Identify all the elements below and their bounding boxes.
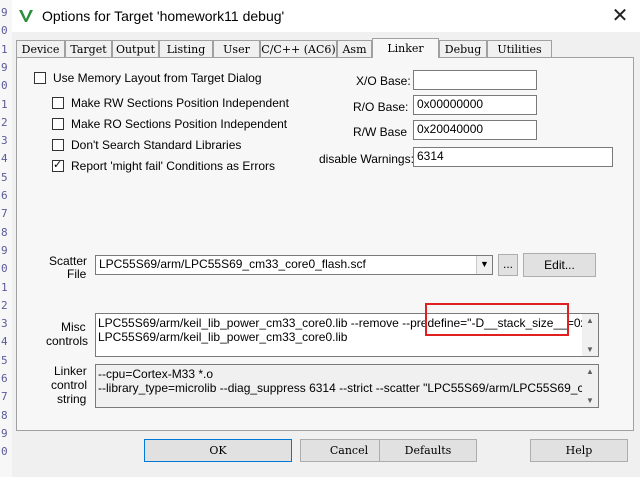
tab-asm[interactable]: Asm [337, 40, 372, 57]
background-line-number: 6 [1, 372, 8, 385]
scroll-up-icon[interactable]: ▲ [586, 316, 594, 325]
scatter-file-value: LPC55S69/arm/LPC55S69_cm33_core0_flash.s… [99, 257, 366, 271]
tab-debug[interactable]: Debug [439, 40, 487, 57]
background-line-number: 5 [1, 170, 8, 184]
ro-base-label: R/O Base: [353, 100, 409, 114]
defaults-button[interactable]: Defaults [379, 439, 477, 462]
linker-line1: --cpu=Cortex-M33 *.o [98, 367, 214, 381]
background-line-number: 7 [1, 390, 8, 404]
red-highlight-box [425, 303, 569, 336]
xo-base-input[interactable] [413, 70, 537, 90]
linker-control-string-textarea[interactable]: --cpu=Cortex-M33 *.o --library_type=micr… [95, 364, 599, 408]
chevron-down-icon[interactable]: ▼ [476, 256, 492, 274]
linker-string-label: string [57, 392, 87, 406]
linker-control-label: control [51, 378, 88, 392]
background-line-number: 0 [1, 445, 8, 459]
background-line-number: 9 [1, 426, 8, 440]
title-bar[interactable]: Options for Target 'homework11 debug' ✕ [12, 0, 640, 32]
rw-independent-label: Make RW Sections Position Independent [71, 96, 289, 110]
background-line-number: 1 [1, 97, 8, 111]
ro-independent-checkbox[interactable] [52, 118, 64, 130]
rw-independent-checkbox[interactable] [52, 97, 64, 109]
use-memory-layout-label: Use Memory Layout from Target Dialog [53, 71, 262, 85]
background-line-number: 0 [1, 24, 8, 38]
background-line-number: 3 [1, 317, 8, 331]
misc-controls-label: controls [46, 334, 89, 348]
no-std-libs-label: Don't Search Standard Libraries [71, 138, 242, 152]
help-button[interactable]: Help [530, 439, 628, 462]
scroll-down-icon[interactable]: ▼ [586, 345, 594, 354]
xo-base-label: X/O Base: [356, 74, 411, 88]
options-dialog: Options for Target 'homework11 debug' ✕ … [12, 0, 640, 477]
scatter-file-combobox[interactable]: LPC55S69/arm/LPC55S69_cm33_core0_flash.s… [95, 255, 493, 275]
background-line-number: 4 [1, 152, 8, 166]
close-icon[interactable]: ✕ [606, 3, 634, 29]
ro-independent-label: Make RO Sections Position Independent [71, 117, 288, 131]
tab-device[interactable]: Device [16, 40, 65, 57]
might-fail-errors-checkbox[interactable] [52, 158, 64, 172]
keil-app-icon [19, 10, 33, 22]
ok-button[interactable]: OK [144, 439, 292, 462]
use-memory-layout-checkbox[interactable] [34, 72, 46, 84]
scatter-label: Scatter [49, 254, 88, 268]
background-line-number: 2 [1, 115, 8, 129]
linker-scrollbar[interactable]: ▲ ▼ [582, 365, 598, 407]
background-line-number: 4 [1, 335, 8, 349]
background-line-number: 8 [1, 225, 8, 239]
might-fail-errors-label: Report 'might fail' Conditions as Errors [71, 159, 275, 173]
disable-warnings-label: disable Warnings: [319, 152, 414, 166]
misc-scrollbar[interactable]: ▲ ▼ [582, 314, 598, 356]
misc-line1-prefix: LPC55S69/arm/keil_lib_power_cm33_core0.l… [98, 316, 472, 330]
linker-label: Linker [54, 364, 87, 378]
background-line-number: 9 [1, 6, 8, 19]
scroll-down-icon[interactable]: ▼ [586, 396, 594, 405]
background-editor-gutter: 9 0 1 9 0 1 2 3 4 5 6 7 8 9 0 1 2 3 4 5 6 7 8 9 0 [0, 0, 12, 477]
scatter-file-label: File [67, 267, 87, 281]
tab-cpp[interactable]: C/C++ (AC6) [260, 40, 337, 57]
background-line-number: 3 [1, 134, 8, 148]
tab-linker[interactable]: Linker [372, 38, 439, 58]
background-line-number: 1 [1, 42, 8, 56]
background-line-number: 8 [1, 408, 8, 422]
misc-label: Misc [61, 320, 86, 334]
tab-strip: Device Target Output Listing User C/C++ … [12, 38, 640, 58]
tab-output[interactable]: Output [112, 40, 159, 57]
background-line-number: 6 [1, 189, 8, 202]
background-line-number: 5 [1, 353, 8, 367]
ro-base-input[interactable]: 0x00000000 [413, 95, 537, 115]
background-line-number: 9 [1, 243, 8, 257]
background-line-number: 0 [1, 262, 8, 276]
scroll-up-icon[interactable]: ▲ [586, 367, 594, 376]
rw-base-input[interactable]: 0x20040000 [413, 120, 537, 140]
linker-line2: --library_type=microlib --diag_suppress … [98, 381, 582, 395]
background-line-number: 1 [1, 280, 8, 294]
dialog-title: Options for Target 'homework11 debug' [42, 8, 285, 24]
rw-base-label: R/W Base [353, 125, 408, 139]
tab-user[interactable]: User [213, 40, 260, 57]
tab-target[interactable]: Target [65, 40, 112, 57]
background-line-number: 7 [1, 207, 8, 221]
background-line-number: 2 [1, 298, 8, 312]
background-line-number: 9 [1, 60, 8, 74]
tab-listing[interactable]: Listing [159, 40, 213, 57]
linker-panel: Use Memory Layout from Target Dialog Mak… [16, 57, 634, 431]
tab-utilities[interactable]: Utilities [487, 40, 552, 57]
disable-warnings-input[interactable]: 6314 [413, 147, 613, 167]
no-std-libs-checkbox[interactable] [52, 139, 64, 151]
edit-scatter-button[interactable]: Edit... [523, 253, 596, 277]
browse-button[interactable]: ... [498, 254, 518, 276]
background-line-number: 0 [1, 79, 8, 93]
